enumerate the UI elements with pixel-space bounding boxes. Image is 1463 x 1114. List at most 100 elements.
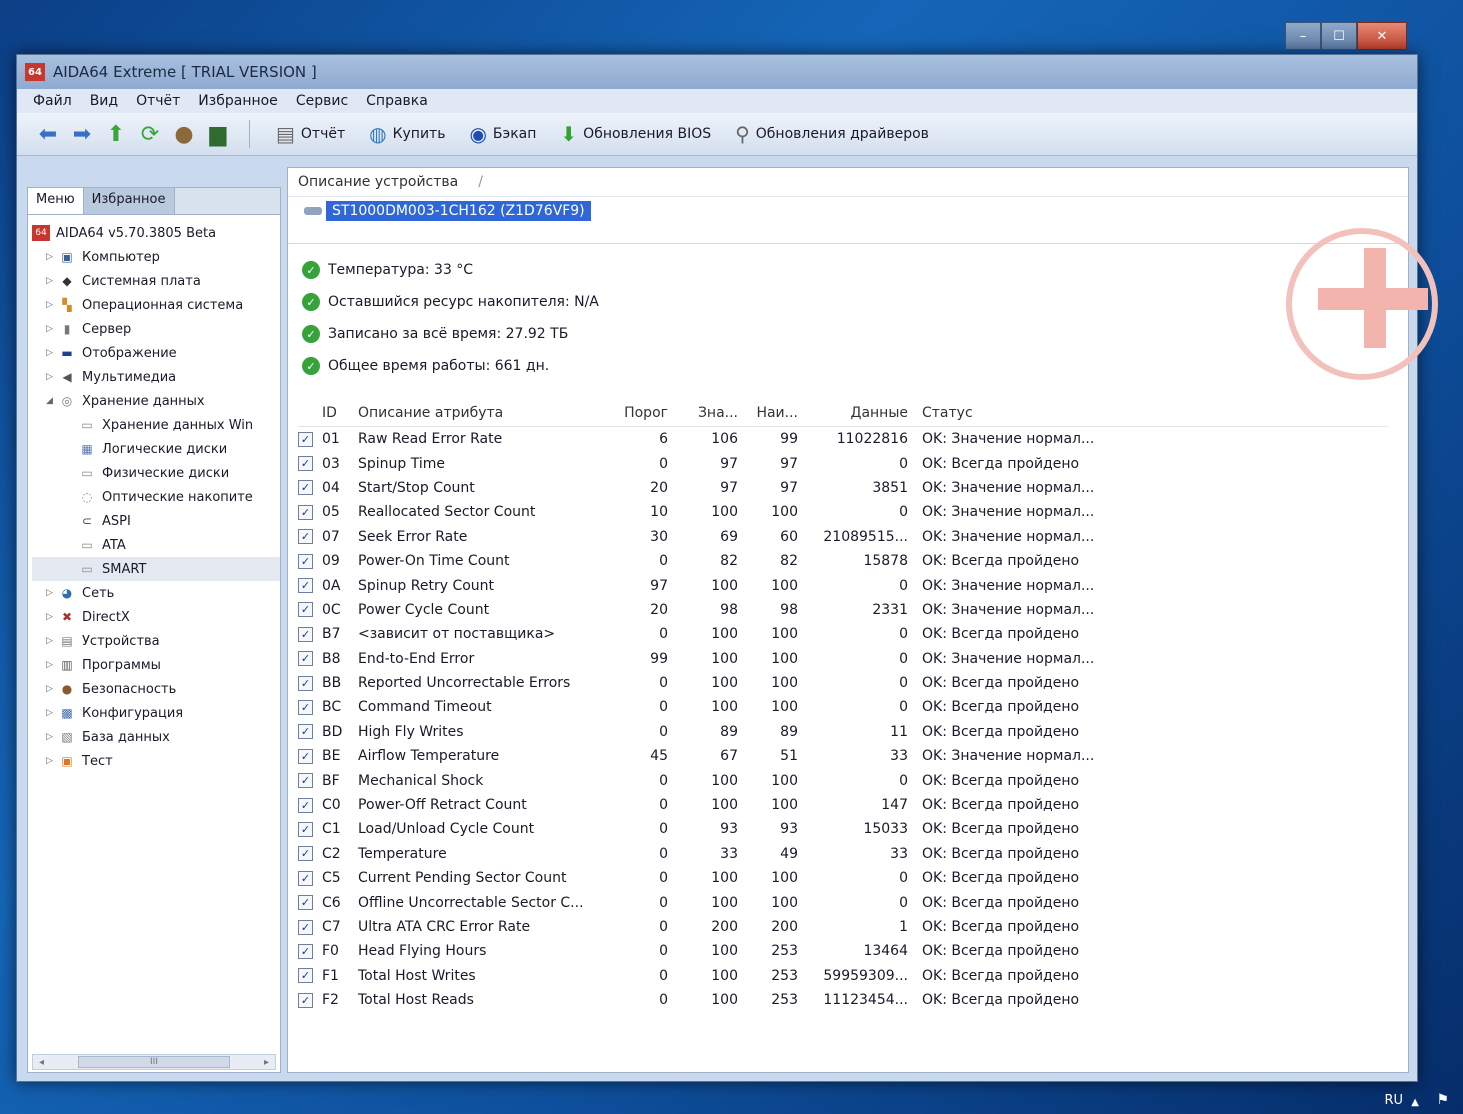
table-row[interactable]: ✓ C7 Ultra ATA CRC Error Rate 0 200 200 1 OK: В…	[298, 915, 1388, 939]
buy-button[interactable]: ◍ Купить	[359, 122, 455, 146]
tree-item-os[interactable]: ▷ ▚ Операционная система	[32, 293, 280, 317]
scroll-thumb[interactable]: III	[78, 1056, 230, 1068]
table-row[interactable]: ✓ BB Reported Uncorrectable Errors 0 100 100 0…	[298, 671, 1388, 695]
expand-arrow-icon[interactable]: ▷	[46, 636, 58, 646]
driver-update-button[interactable]: ⚲ Обновления драйверов	[725, 122, 939, 146]
row-checkbox[interactable]: ✓	[298, 578, 313, 594]
scroll-left-icon[interactable]: ◂	[39, 1057, 44, 1068]
table-row[interactable]: ✓ 0C Power Cycle Count 20 98 98 2331 OK: Значен…	[298, 598, 1388, 622]
table-row[interactable]: ✓ 03 Spinup Time 0 97 97 0 OK: Всегда пройдено	[298, 451, 1388, 475]
table-row[interactable]: ✓ 0A Spinup Retry Count 97 100 100 0 OK: Значен…	[298, 573, 1388, 597]
row-checkbox[interactable]: ✓	[298, 846, 313, 862]
backup-button[interactable]: ◉ Бэкап	[459, 122, 546, 146]
tab-favorites[interactable]: Избранное	[83, 188, 175, 214]
device-row[interactable]: ST1000DM003-1CH162 (Z1D76VF9)	[304, 201, 591, 221]
expand-arrow-icon[interactable]: ▷	[46, 612, 58, 622]
users-icon[interactable]: ●	[169, 119, 199, 149]
tree-item-config[interactable]: ▷ ▩ Конфигурация	[32, 701, 280, 725]
table-row[interactable]: ✓ BD High Fly Writes 0 89 89 11 OK: Всегда прой…	[298, 720, 1388, 744]
column-header-worst[interactable]: Наи...	[738, 405, 798, 421]
back-arrow-icon[interactable]: ⬅	[33, 119, 63, 149]
row-checkbox[interactable]: ✓	[298, 943, 313, 959]
row-checkbox[interactable]: ✓	[298, 529, 313, 545]
expand-arrow-icon[interactable]: ▷	[46, 756, 58, 766]
tree-item-server[interactable]: ▷ ▮ Сервер	[32, 317, 280, 341]
row-checkbox[interactable]: ✓	[298, 602, 313, 618]
expand-arrow-icon[interactable]: ▷	[46, 708, 58, 718]
tree-item-aspi[interactable]: ⊂ ASPI	[32, 509, 280, 533]
tree-item-ata[interactable]: ▭ ATA	[32, 533, 280, 557]
tree-item-computer[interactable]: ▷ ▣ Компьютер	[32, 245, 280, 269]
expand-arrow-icon[interactable]: ▷	[46, 372, 58, 382]
tree-item-storage[interactable]: ◢ ◎ Хранение данных	[32, 389, 280, 413]
tree-item-aida64[interactable]: 64 AIDA64 v5.70.3805 Beta	[32, 221, 280, 245]
row-checkbox[interactable]: ✓	[298, 748, 313, 764]
horizontal-scrollbar[interactable]: ◂ III ▸	[32, 1054, 276, 1070]
refresh-icon[interactable]: ⟳	[135, 119, 165, 149]
tree-item-database[interactable]: ▷ ▧ База данных	[32, 725, 280, 749]
expand-arrow-icon[interactable]: ▷	[46, 588, 58, 598]
table-row[interactable]: ✓ BF Mechanical Shock 0 100 100 0 OK: Всегда пр…	[298, 768, 1388, 792]
tree-item-optical[interactable]: ◌ Оптические накопите	[32, 485, 280, 509]
column-header-description[interactable]: Описание атрибута	[350, 405, 608, 421]
row-checkbox[interactable]: ✓	[298, 651, 313, 667]
tree-item-motherboard[interactable]: ▷ ◆ Системная плата	[32, 269, 280, 293]
chart-icon[interactable]: ▆	[203, 119, 233, 149]
row-checkbox[interactable]: ✓	[298, 870, 313, 886]
row-checkbox[interactable]: ✓	[298, 821, 313, 837]
expand-arrow-icon[interactable]: ▷	[46, 324, 58, 334]
tree-item-devices[interactable]: ▷ ▤ Устройства	[32, 629, 280, 653]
expand-arrow-icon[interactable]: ▷	[46, 684, 58, 694]
minimize-button[interactable]: –	[1285, 22, 1321, 50]
column-header-status[interactable]: Статус	[908, 405, 1162, 421]
report-button[interactable]: ▤ Отчёт	[266, 122, 355, 146]
column-header-value[interactable]: Зна...	[668, 405, 738, 421]
menu-favorites[interactable]: Избранное	[198, 93, 278, 109]
table-row[interactable]: ✓ F0 Head Flying Hours 0 100 253 13464 OK: Всег…	[298, 939, 1388, 963]
row-checkbox[interactable]: ✓	[298, 504, 313, 520]
maximize-button[interactable]: ☐	[1321, 22, 1357, 50]
device-list-header[interactable]: Описание устройства /	[288, 168, 1408, 197]
collapse-arrow-icon[interactable]: ◢	[46, 396, 58, 406]
expand-arrow-icon[interactable]: ▷	[46, 300, 58, 310]
row-checkbox[interactable]: ✓	[298, 553, 313, 569]
table-row[interactable]: ✓ 04 Start/Stop Count 20 97 97 3851 OK: Значени…	[298, 476, 1388, 500]
menu-file[interactable]: Файл	[33, 93, 72, 109]
menu-help[interactable]: Справка	[366, 93, 428, 109]
row-checkbox[interactable]: ✓	[298, 992, 313, 1008]
column-header-id[interactable]: ID	[322, 405, 350, 421]
row-checkbox[interactable]: ✓	[298, 431, 313, 447]
table-row[interactable]: ✓ 05 Reallocated Sector Count 10 100 100 0 OK: …	[298, 500, 1388, 524]
tree-item-display[interactable]: ▷ ▬ Отображение	[32, 341, 280, 365]
expand-arrow-icon[interactable]: ▷	[46, 348, 58, 358]
tree-item-network[interactable]: ▷ ◕ Сеть	[32, 581, 280, 605]
row-checkbox[interactable]: ✓	[298, 675, 313, 691]
table-row[interactable]: ✓ C0 Power-Off Retract Count 0 100 100 147 OK: …	[298, 793, 1388, 817]
menu-view[interactable]: Вид	[90, 93, 118, 109]
table-row[interactable]: ✓ C5 Current Pending Sector Count 0 100 100 0 O…	[298, 866, 1388, 890]
row-checkbox[interactable]: ✓	[298, 797, 313, 813]
row-checkbox[interactable]: ✓	[298, 456, 313, 472]
table-row[interactable]: ✓ F2 Total Host Reads 0 100 253 11123454... OK:…	[298, 988, 1388, 1012]
tab-menu[interactable]: Меню	[28, 188, 84, 214]
tree-item-programs[interactable]: ▷ ▥ Программы	[32, 653, 280, 677]
table-row[interactable]: ✓ BE Airflow Temperature 45 67 51 33 OK: Значен…	[298, 744, 1388, 768]
tree-item-storage-win[interactable]: ▭ Хранение данных Win	[32, 413, 280, 437]
row-checkbox[interactable]: ✓	[298, 724, 313, 740]
table-row[interactable]: ✓ C2 Temperature 0 33 49 33 OK: Всегда пройдено	[298, 842, 1388, 866]
table-row[interactable]: ✓ B8 End-to-End Error 99 100 100 0 OK: Значение…	[298, 647, 1388, 671]
row-checkbox[interactable]: ✓	[298, 919, 313, 935]
up-arrow-icon[interactable]: ⬆	[101, 119, 131, 149]
row-checkbox[interactable]: ✓	[298, 480, 313, 496]
action-center-flag-icon[interactable]: ⚑	[1436, 1092, 1449, 1108]
table-row[interactable]: ✓ 09 Power-On Time Count 0 82 82 15878 OK: Всег…	[298, 549, 1388, 573]
row-checkbox[interactable]: ✓	[298, 895, 313, 911]
table-row[interactable]: ✓ 07 Seek Error Rate 30 69 60 21089515... OK: З…	[298, 525, 1388, 549]
tree-item-directx[interactable]: ▷ ✖ DirectX	[32, 605, 280, 629]
menu-service[interactable]: Сервис	[296, 93, 348, 109]
row-checkbox[interactable]: ✓	[298, 968, 313, 984]
table-row[interactable]: ✓ C6 Offline Uncorrectable Sector C... 0 100…	[298, 890, 1388, 914]
menu-report[interactable]: Отчёт	[136, 93, 180, 109]
tree-item-security[interactable]: ▷ ● Безопасность	[32, 677, 280, 701]
table-row[interactable]: ✓ F1 Total Host Writes 0 100 253 59959309... OK…	[298, 964, 1388, 988]
